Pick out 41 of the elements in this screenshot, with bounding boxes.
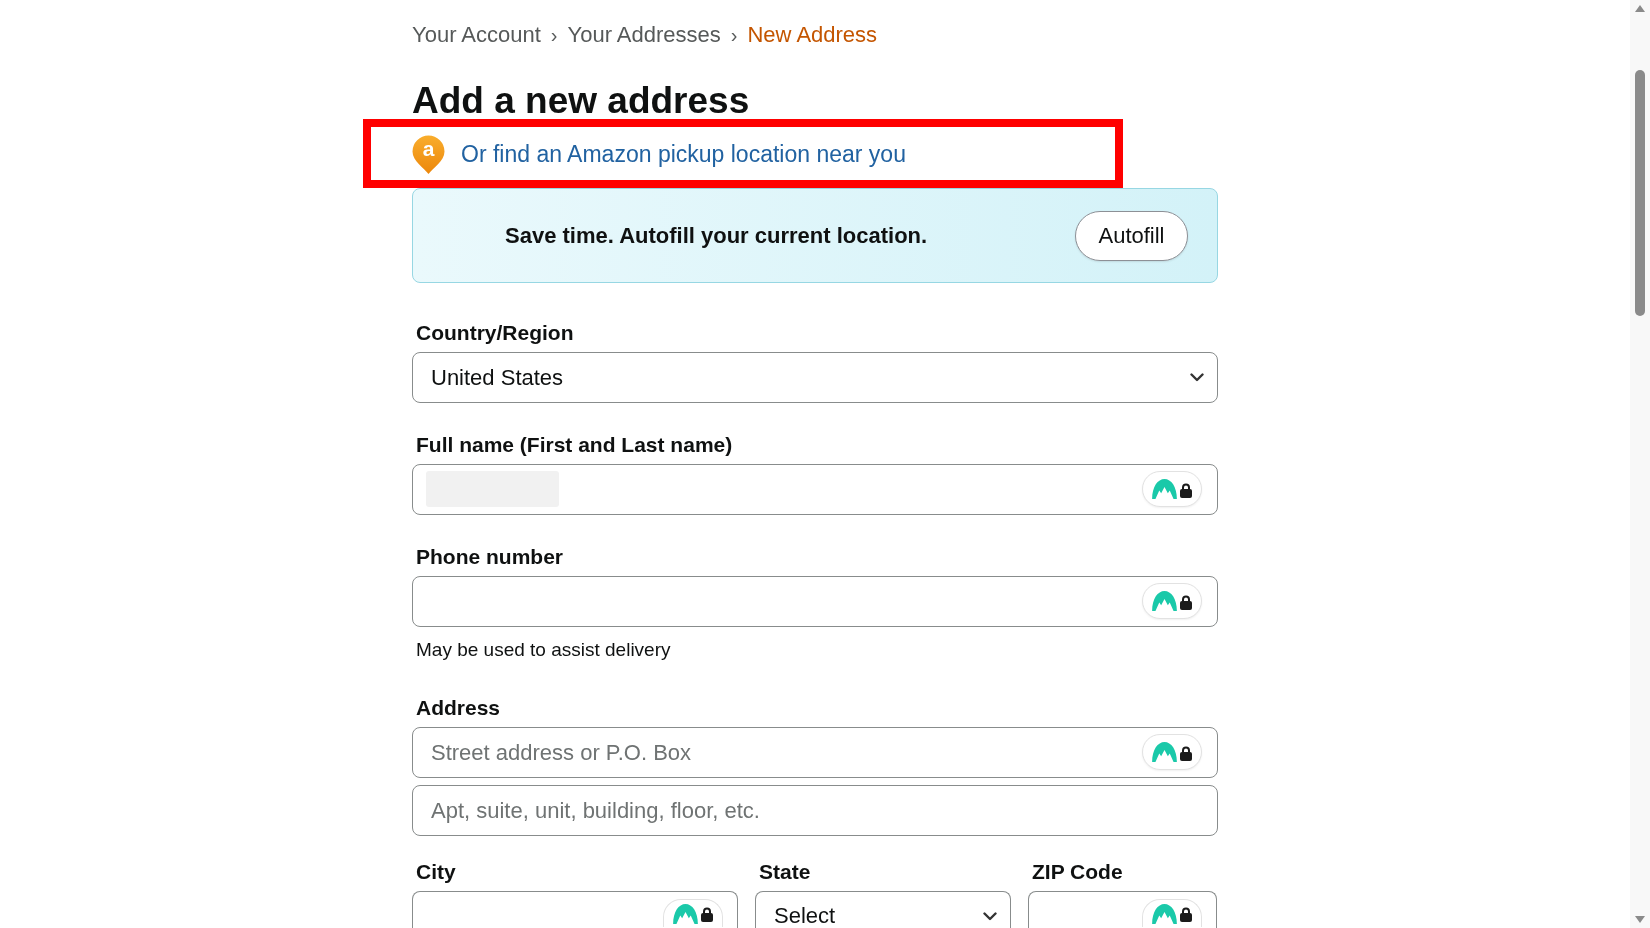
input-field[interactable]: Apt, suite, unit, building, floor, etc.: [412, 785, 1218, 836]
lock-badge-button[interactable]: [663, 899, 723, 927]
field-label: Phone number: [416, 544, 563, 569]
field-label: City: [416, 859, 456, 884]
banner-text: Save time. Autofill your current location.: [505, 222, 928, 249]
mountain-icon: [1152, 479, 1177, 499]
mountain-icon: [1152, 591, 1177, 611]
input-field[interactable]: [412, 576, 1218, 627]
padlock-icon: [1180, 746, 1192, 761]
lock-badge-button[interactable]: [1142, 899, 1202, 927]
autofill-button[interactable]: Autofill: [1075, 210, 1188, 261]
dropdown-select[interactable]: United States: [412, 352, 1218, 403]
mountain-icon: [1152, 904, 1177, 924]
padlock-icon: [1180, 595, 1192, 610]
field-label: ZIP Code: [1032, 859, 1123, 884]
scrollbar[interactable]: [1630, 0, 1650, 928]
breadcrumb-separator: ›: [730, 23, 738, 48]
pickup-location-link[interactable]: Or find an Amazon pickup location near you: [461, 140, 906, 168]
scroll-up-icon[interactable]: [1635, 5, 1645, 12]
chevron-down-icon: [1190, 373, 1204, 382]
field-label: State: [759, 859, 811, 884]
chevron-down-icon: [983, 912, 997, 921]
page-title: Add a new address: [412, 79, 750, 123]
breadcrumb-link[interactable]: New Address: [747, 22, 878, 48]
mountain-icon: [1152, 742, 1177, 762]
scrollbar-thumb[interactable]: [1635, 70, 1645, 316]
padlock-icon: [1180, 483, 1192, 498]
field-label: Full name (First and Last name): [416, 432, 733, 457]
breadcrumb-link[interactable]: Your Addresses: [567, 22, 721, 48]
input-field[interactable]: Street address or P.O. Box: [412, 727, 1218, 778]
dropdown-select[interactable]: Select: [755, 891, 1011, 928]
scroll-down-icon[interactable]: [1635, 916, 1645, 923]
location-pin-icon: a: [412, 134, 445, 174]
field-label: Country/Region: [416, 320, 574, 345]
field-label: Address: [416, 695, 501, 720]
padlock-icon: [701, 907, 713, 922]
breadcrumb-link[interactable]: Your Account: [412, 22, 541, 48]
hint-text: May be used to assist delivery: [416, 639, 671, 661]
breadcrumb-separator: ›: [550, 23, 558, 48]
mountain-icon: [673, 904, 698, 924]
padlock-icon: [1180, 907, 1192, 922]
